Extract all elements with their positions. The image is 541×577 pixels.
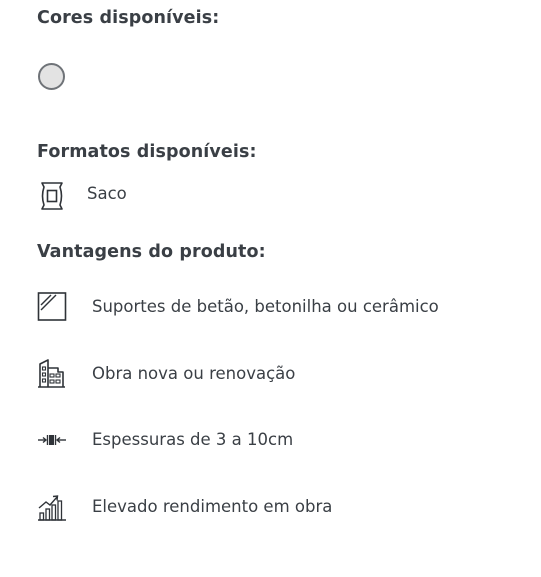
format-item-label: Saco [87, 184, 127, 203]
colors-title: Cores disponíveis: [37, 8, 220, 28]
advantage-item-label: Espessuras de 3 a 10cm [92, 430, 294, 449]
color-swatch-grey[interactable] [38, 63, 65, 90]
building-icon [37, 358, 67, 390]
advantage-item-label: Obra nova ou renovação [92, 364, 296, 383]
surface-icon [37, 291, 67, 323]
advantages-title: Vantagens do produto: [37, 242, 266, 262]
advantage-item-label: Elevado rendimento em obra [92, 497, 333, 516]
growth-chart-icon [37, 491, 67, 523]
advantage-item-label: Suportes de betão, betonilha ou cerâmico [92, 297, 439, 316]
formats-title: Formatos disponíveis: [37, 142, 257, 162]
thickness-icon [37, 424, 67, 456]
bag-icon [37, 180, 67, 212]
